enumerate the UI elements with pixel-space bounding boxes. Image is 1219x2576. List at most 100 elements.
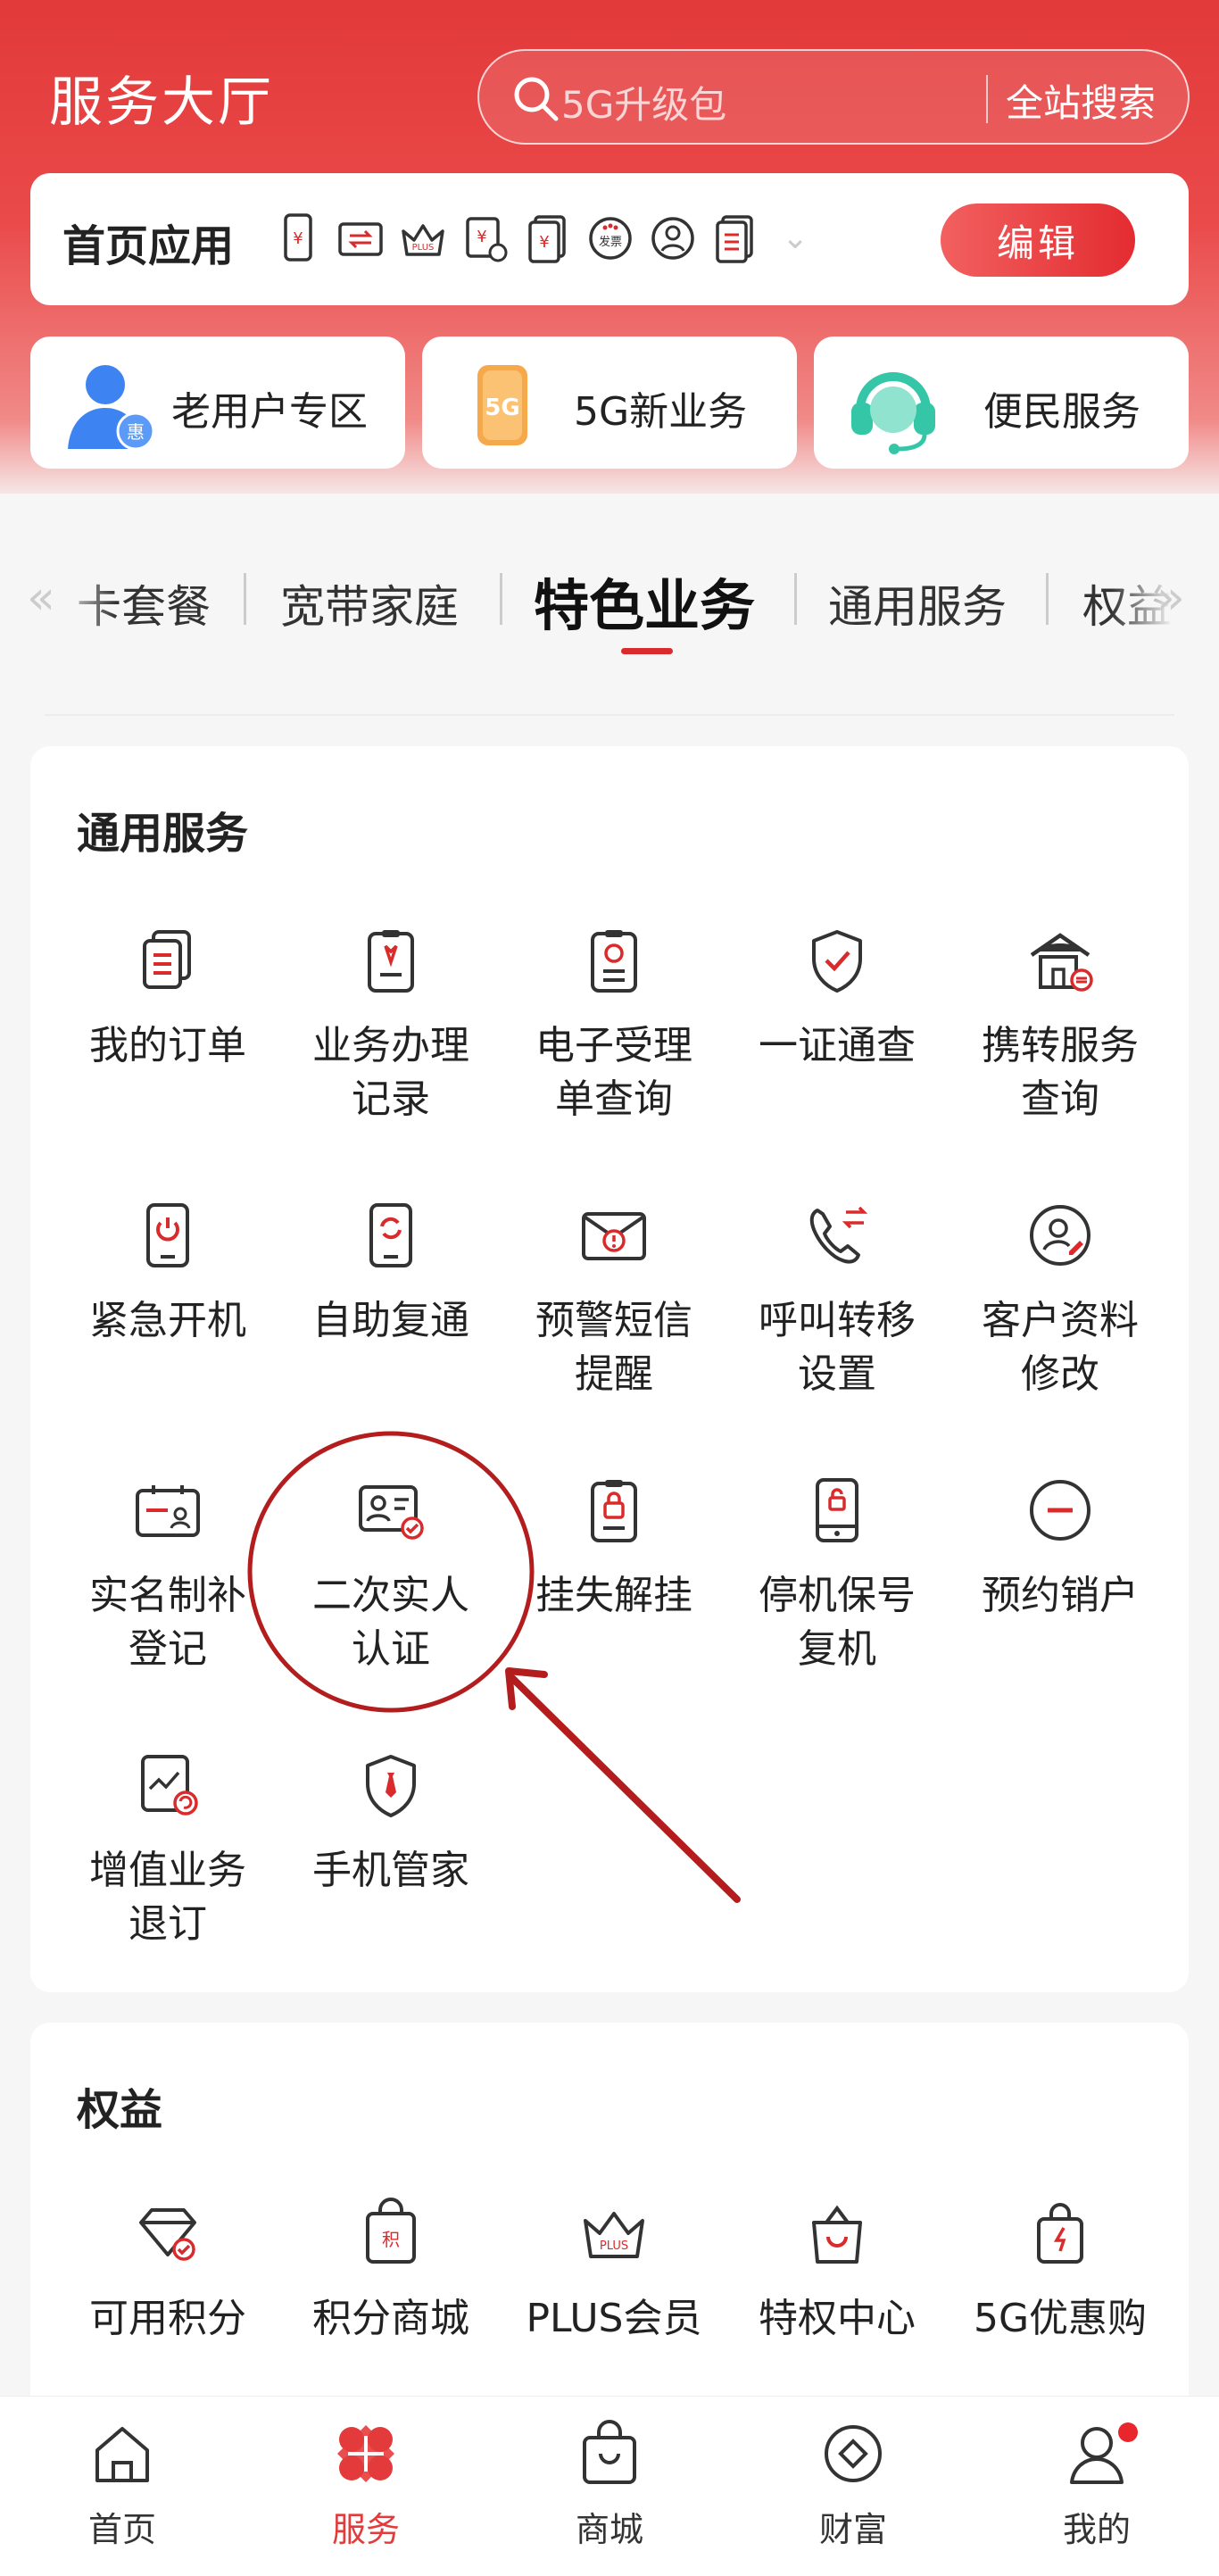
service-label: 实名制补登记	[89, 1573, 246, 1672]
service-label: 二次实人认证	[312, 1573, 469, 1672]
search-icon	[514, 77, 559, 121]
privilege-bag-icon	[812, 2205, 862, 2264]
scroll-right-icon[interactable]: »	[1157, 571, 1185, 625]
tab-general-services[interactable]: 通用服务	[828, 571, 1007, 636]
service-emergency-power-on[interactable]: 紧急开机	[56, 1200, 279, 1348]
nav-shop-label: 商城	[575, 2510, 643, 2549]
general-services-section: 通用服务 我的订单 业务办理记录 电子受理单查询 一证通查 携转服务查询 紧急开…	[30, 746, 1189, 1992]
nav-wealth-label: 财富	[818, 2510, 887, 2549]
e-receipt-icon	[591, 930, 637, 993]
home-apps-bar[interactable]: 首页应用 ¥ PLUS ¥ ¥ 发票 ⌄ 编辑	[30, 173, 1189, 305]
service-self-restore[interactable]: 自助复通	[279, 1200, 502, 1348]
5g-business-label: 5G新业务	[574, 389, 748, 435]
nav-services-label: 服务	[331, 2510, 400, 2549]
service-label: 我的订单	[89, 1023, 246, 1068]
service-customer-profile-edit[interactable]: 客户资料修改	[949, 1200, 1172, 1401]
tab-featured-business[interactable]: 特色业务	[534, 561, 755, 641]
tab-fade-left	[54, 553, 116, 652]
plus-member-icon: PLUS	[584, 2212, 644, 2258]
nav-profile[interactable]: 我的	[1034, 2418, 1159, 2551]
convenience-service-card[interactable]: 便民服务	[814, 337, 1189, 469]
service-phone-guard[interactable]: 手机管家	[279, 1749, 502, 1898]
lock-clipboard-icon	[591, 1480, 637, 1542]
service-label: 一证通查	[759, 1023, 916, 1068]
service-label: 业务办理记录	[312, 1023, 469, 1122]
shield-check-icon	[812, 930, 862, 993]
tab-broadband-home[interactable]: 宽带家庭	[280, 571, 459, 636]
service-id-check[interactable]: 一证通查	[726, 925, 949, 1073]
5g-business-card[interactable]: 5G 5G新业务	[422, 337, 797, 469]
rights-points-mall[interactable]: 积 积分商城	[279, 2198, 502, 2346]
svg-text:PLUS: PLUS	[600, 2239, 628, 2253]
5g-shopping-icon	[1037, 2203, 1083, 2264]
service-vas-unsubscribe[interactable]: 增值业务退订	[56, 1749, 279, 1951]
call-forward-icon	[809, 1206, 868, 1264]
yuan-doc-icon: ¥	[523, 211, 573, 266]
headset-icon	[851, 372, 935, 454]
service-handling-record[interactable]: 业务办理记录	[279, 925, 502, 1126]
notification-dot	[1118, 2422, 1138, 2442]
tab-separator	[500, 573, 502, 625]
rights-label: 特权中心	[759, 2296, 916, 2341]
service-suspend-keep-number[interactable]: 停机保号复机	[726, 1475, 949, 1676]
nav-home[interactable]: 首页	[60, 2418, 185, 2551]
orders-icon	[143, 930, 191, 989]
plus-crown-icon: PLUS	[398, 211, 448, 266]
edit-button[interactable]: 编辑	[941, 204, 1135, 277]
section-title: 通用服务	[77, 809, 249, 859]
tab-separator	[1046, 573, 1049, 625]
rights-label: 5G优惠购	[973, 2296, 1148, 2341]
section-title: 权益	[77, 2085, 163, 2135]
rights-5g-discount[interactable]: 5G优惠购	[949, 2198, 1172, 2346]
list-doc-icon	[710, 211, 760, 266]
service-call-forwarding[interactable]: 呼叫转移设置	[726, 1200, 949, 1401]
service-label: 停机保号复机	[759, 1573, 916, 1672]
site-search-button[interactable]: 全站搜索	[1006, 73, 1156, 128]
search-input[interactable]: 5G升级包	[561, 75, 726, 129]
service-e-receipt-query[interactable]: 电子受理单查询	[502, 925, 726, 1126]
service-report-loss[interactable]: 挂失解挂	[502, 1475, 726, 1623]
service-second-identity-verification[interactable]: 二次实人认证	[279, 1475, 502, 1676]
handling-record-icon	[368, 930, 414, 993]
service-label: 自助复通	[312, 1298, 469, 1343]
service-realname-registration[interactable]: 实名制补登记	[56, 1475, 279, 1676]
rights-label: 积分商城	[312, 2296, 469, 2341]
nav-services[interactable]: 服务	[303, 2418, 428, 2551]
realname-register-icon	[136, 1485, 200, 1537]
nav-shop[interactable]: 商城	[547, 2418, 672, 2551]
minus-circle-icon	[1030, 1480, 1090, 1541]
tab-separator	[794, 573, 797, 625]
nav-home-label: 首页	[87, 2510, 156, 2549]
home-apps-icons[interactable]: ¥ PLUS ¥ ¥ 发票	[273, 211, 760, 266]
svg-text:¥: ¥	[477, 228, 486, 246]
rights-available-points[interactable]: 可用积分	[56, 2198, 279, 2346]
nav-wealth[interactable]: 财富	[791, 2418, 916, 2551]
service-scheduled-account-cancel[interactable]: 预约销户	[949, 1475, 1172, 1623]
rights-plus-member[interactable]: PLUS PLUS会员	[502, 2198, 726, 2346]
service-label: 紧急开机	[89, 1298, 246, 1343]
search-bar[interactable]: 5G升级包 全站搜索	[477, 49, 1190, 145]
scroll-left-icon[interactable]: «	[27, 571, 55, 625]
service-my-orders[interactable]: 我的订单	[56, 925, 279, 1073]
home-apps-label: 首页应用	[62, 221, 235, 271]
feature-cards: 惠 老用户专区 5G 5G新业务 便民服务	[30, 337, 1189, 469]
convenience-service-label: 便民服务	[983, 389, 1140, 435]
service-alert-sms[interactable]: 预警短信提醒	[502, 1200, 726, 1401]
service-label: 携转服务查询	[982, 1023, 1139, 1122]
invoice-icon: 发票	[585, 211, 635, 266]
transfer-icon	[336, 211, 386, 266]
active-tab-indicator	[621, 648, 673, 654]
tabs-divider	[45, 714, 1174, 716]
svg-text:积: 积	[382, 2229, 400, 2250]
service-label: 手机管家	[312, 1848, 469, 1893]
5g-card-icon: 5G	[477, 365, 527, 445]
restore-phone-icon	[369, 1203, 412, 1267]
chevron-down-icon[interactable]: ⌄	[782, 220, 809, 256]
service-number-transfer-query[interactable]: 携转服务查询	[949, 925, 1172, 1126]
services-icon	[337, 2425, 394, 2482]
suspend-phone-icon	[816, 1478, 858, 1542]
old-user-card[interactable]: 惠 老用户专区	[30, 337, 405, 469]
page-title: 服务大厅	[49, 71, 274, 134]
rights-privilege-center[interactable]: 特权中心	[726, 2198, 949, 2346]
service-label: 增值业务退订	[89, 1848, 246, 1947]
